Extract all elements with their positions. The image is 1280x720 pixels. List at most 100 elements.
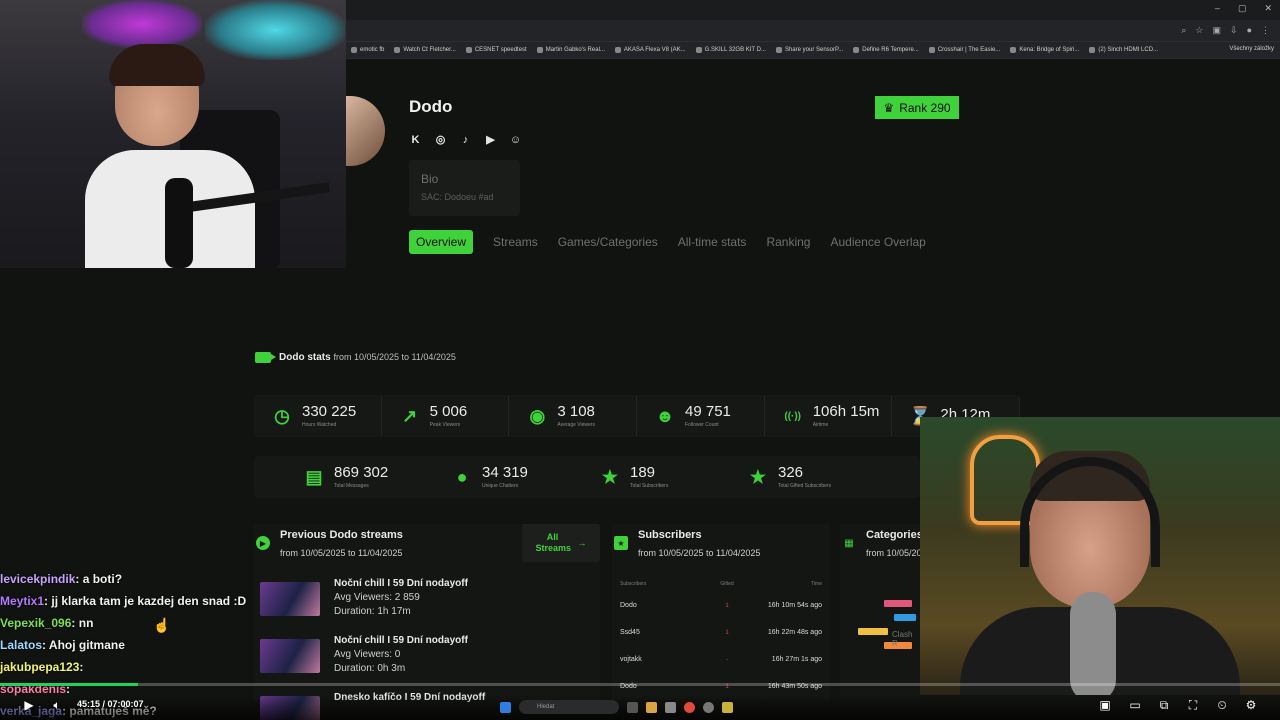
- tab-games-categories[interactable]: Games/Categories: [548, 230, 668, 254]
- tab-all-time-stats[interactable]: All-time stats: [668, 230, 757, 254]
- theater-icon[interactable]: ▭: [1128, 698, 1142, 712]
- maximize-icon[interactable]: ▢: [1238, 3, 1247, 14]
- seek-bar[interactable]: [0, 683, 1280, 686]
- pip-icon[interactable]: ⧉: [1157, 698, 1171, 712]
- fullscreen-icon[interactable]: ⛶: [1186, 698, 1200, 712]
- youtube-icon[interactable]: ▶: [484, 133, 497, 146]
- bookmark-label: Share your SensorP...: [784, 47, 844, 53]
- bookmark-item[interactable]: Crosshair | The Easie...: [924, 47, 1005, 53]
- tab-audience-overlap[interactable]: Audience Overlap: [820, 230, 935, 254]
- video-camera-icon: [255, 352, 276, 363]
- chat-username[interactable]: jakubpepa123: [0, 660, 79, 674]
- file-explorer-icon[interactable]: [646, 701, 657, 713]
- zoom-icon[interactable]: ⌕: [1181, 25, 1186, 36]
- tab-streams[interactable]: Streams: [483, 230, 548, 254]
- task-view-icon[interactable]: [627, 701, 638, 713]
- extension-icon[interactable]: ▣: [1213, 25, 1222, 36]
- chat-message: Vepexik_096: nn: [0, 612, 250, 634]
- minimize-icon[interactable]: –: [1215, 3, 1220, 14]
- start-icon[interactable]: [500, 701, 511, 713]
- profile-icon[interactable]: ●: [1247, 25, 1252, 36]
- instagram-icon[interactable]: ◎: [434, 133, 447, 146]
- hex-light-purple: [82, 0, 202, 48]
- streamer-hair: [109, 44, 205, 86]
- subscriber-name[interactable]: Dodo: [620, 602, 712, 609]
- bookmark-label: Kena: Bridge of Spiri...: [1019, 47, 1080, 53]
- bookmark-favicon-icon: [775, 47, 782, 53]
- kick-icon[interactable]: K: [409, 133, 422, 146]
- table-row: vojtakk - 16h 27m 1s ago: [612, 646, 830, 673]
- chrome-icon[interactable]: [684, 701, 695, 713]
- stream-item[interactable]: Noční chill I 59 Dní nodayoff Avg Viewers…: [254, 574, 600, 624]
- stat-label: Airtime: [812, 422, 829, 428]
- stat-label: Total Gifted Subscribers: [778, 483, 832, 489]
- chat-message: Lalatos: Ahoj gitmane: [0, 634, 250, 656]
- category-label: Clash R: [892, 630, 913, 648]
- play-icon[interactable]: ▶: [22, 698, 36, 712]
- bookmark-label: Define R6 Tempere...: [862, 47, 919, 53]
- tab-ranking[interactable]: Ranking: [756, 230, 820, 254]
- stream-title: Noční chill I 59 Dní nodayoff: [334, 578, 468, 589]
- screen: – ▢ ✕ ⌕ ☆ ▣ ⇩ ● ⋮ emotic fb Watch Ct Flet…: [0, 0, 1280, 720]
- social-links: K ◎ ♪ ▶ ☺: [409, 133, 522, 147]
- taskbar-search[interactable]: Hledat: [519, 700, 619, 714]
- subscribed-time: 16h 10m 54s ago: [767, 602, 822, 609]
- gifted-count: 1: [725, 629, 729, 636]
- tiktok-icon[interactable]: ♪: [459, 133, 472, 146]
- bookmark-label: Martin Gabko's Real...: [545, 47, 605, 53]
- address-bar[interactable]: ⌕ ☆ ▣ ⇩ ● ⋮: [346, 20, 1280, 42]
- stat-value: 330 225: [302, 403, 357, 420]
- close-icon[interactable]: ✕: [1264, 3, 1272, 14]
- bookmark-item[interactable]: Define R6 Tempere...: [848, 47, 924, 53]
- subscriber-name[interactable]: Ssd45: [620, 629, 712, 636]
- chat-username[interactable]: Vepexik_096: [0, 616, 71, 630]
- bookmark-item[interactable]: Kena: Bridge of Spiri...: [1005, 47, 1084, 53]
- app-icon[interactable]: [722, 701, 733, 713]
- bookmark-item[interactable]: Watch Ct Fletcher...: [389, 47, 460, 53]
- miniplayer-icon[interactable]: ▣: [1098, 698, 1112, 712]
- stat-value: 5 006: [429, 403, 468, 420]
- bookmark-item[interactable]: Martin Gabko's Real...: [532, 47, 610, 53]
- bookmark-item[interactable]: CESNET speedtest: [461, 47, 532, 53]
- chat-message: levicekpindik: a boti?: [0, 568, 250, 590]
- stat-card: ★ 189 Total Subscribers: [550, 456, 698, 498]
- streams-panel-range: from 10/05/2025 to 11/04/2025: [280, 548, 403, 558]
- tab-overview[interactable]: Overview: [409, 230, 474, 254]
- stat-card: ★ 326 Total Gifted Subscribers: [698, 456, 846, 498]
- stats-title: Dodo stats from 10/05/2025 to 11/04/2025: [279, 352, 456, 363]
- bookmark-label: emotic fb: [360, 47, 385, 53]
- stream-thumbnail: [260, 639, 320, 673]
- window-titlebar: – ▢ ✕: [346, 0, 1280, 20]
- bookmark-item[interactable]: emotic fb: [346, 47, 389, 53]
- star-icon: ★: [749, 466, 767, 487]
- menu-icon[interactable]: ⋮: [1261, 25, 1270, 36]
- all-streams-button[interactable]: All Streams →: [522, 524, 600, 562]
- bookmark-star-icon[interactable]: ☆: [1195, 25, 1203, 36]
- stat-label: Total Subscribers: [630, 483, 669, 489]
- settings-icon[interactable]: [703, 701, 714, 713]
- bookmark-item[interactable]: AKASA Flexa V8 (AK...: [610, 47, 691, 53]
- stat-text: 3 108 Average Viewers: [557, 404, 595, 429]
- stream-thumbnail: [260, 582, 320, 616]
- bookmark-favicon-icon: [351, 47, 357, 53]
- speed-icon[interactable]: ⏲: [1215, 698, 1229, 712]
- stat-text: 106h 15m Airtime: [812, 404, 880, 429]
- eye-icon: ◉: [529, 405, 546, 426]
- all-bookmarks-link[interactable]: Všechny záložky: [1229, 46, 1274, 52]
- stat-label: Average Viewers: [557, 422, 595, 428]
- bio-title: Bio: [421, 172, 439, 186]
- chat-username[interactable]: Meytix1: [0, 594, 44, 608]
- chat-username[interactable]: Lalatos: [0, 638, 42, 652]
- bookmark-item[interactable]: G.SKILL 32GB KIT D...: [691, 47, 771, 53]
- bookmark-item[interactable]: Share your SensorP...: [771, 47, 848, 53]
- chat-username[interactable]: levicekpindik: [0, 572, 75, 586]
- discord-icon[interactable]: ☺: [509, 133, 522, 146]
- stream-item[interactable]: Noční chill I 59 Dní nodayoff Avg Viewers…: [254, 631, 600, 681]
- bookmark-item[interactable]: (2) Sinch HDMI LCD...: [1084, 47, 1163, 53]
- settings-gear-icon[interactable]: ⚙: [1244, 698, 1258, 712]
- volume-icon[interactable]: 🔈︎: [50, 698, 64, 712]
- app-icon[interactable]: [665, 701, 676, 713]
- window-controls: – ▢ ✕: [1215, 3, 1272, 14]
- download-icon[interactable]: ⇩: [1230, 25, 1238, 36]
- subscriber-name[interactable]: vojtakk: [620, 656, 712, 663]
